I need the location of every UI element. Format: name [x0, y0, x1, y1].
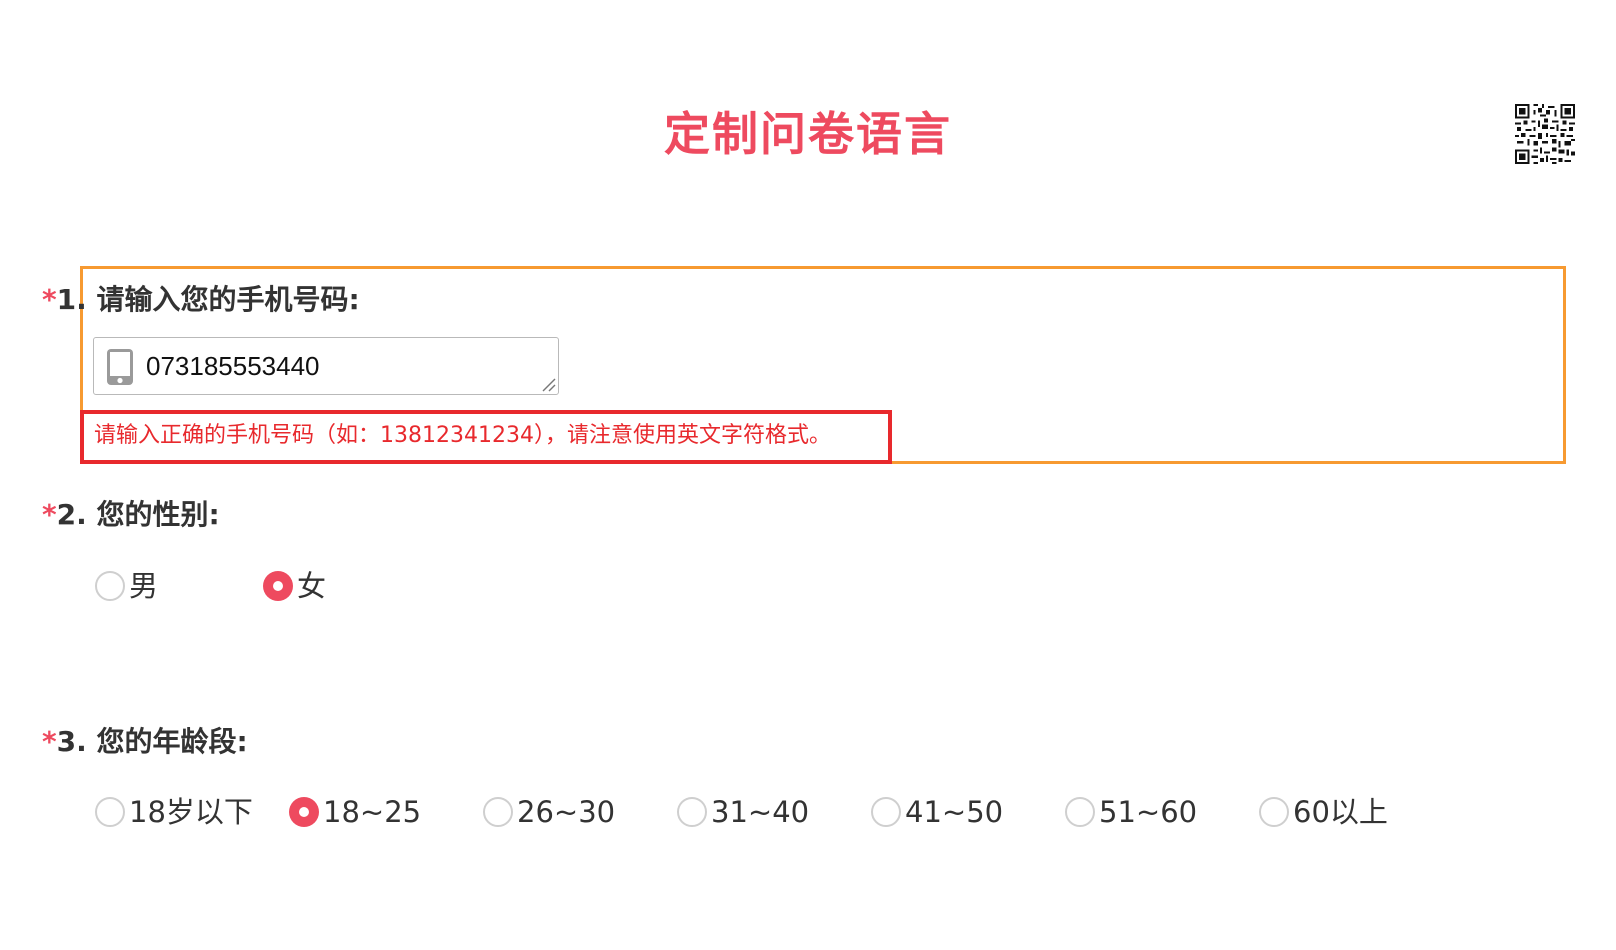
qr-code-icon[interactable]	[1515, 104, 1575, 164]
age-option-18-25[interactable]: 18~25	[289, 792, 421, 832]
option-label: 18岁以下	[129, 795, 253, 829]
survey-page: 定制问卷语言 *1. 请输入您的手机号码: 073185553440 请输入正确…	[0, 0, 1616, 950]
required-mark: *	[42, 725, 57, 758]
question-text: 您的性别:	[96, 498, 220, 531]
question-3: *3. 您的年龄段:	[42, 722, 248, 762]
required-mark: *	[42, 498, 57, 531]
question-text: 您的年龄段:	[96, 725, 248, 758]
age-option-over-60[interactable]: 60以上	[1259, 792, 1388, 832]
resize-handle-icon[interactable]	[540, 376, 556, 392]
gender-options: 男 女	[95, 566, 495, 606]
phone-error-message: 请输入正确的手机号码（如：13812341234），请注意使用英文字符格式。	[80, 410, 892, 464]
gender-option-female[interactable]: 女	[263, 566, 326, 606]
age-option-51-60[interactable]: 51~60	[1065, 792, 1197, 832]
phone-input[interactable]	[146, 346, 526, 386]
option-label: 51~60	[1099, 795, 1198, 829]
radio-button[interactable]	[871, 797, 901, 827]
question-text: 请输入您的手机号码:	[96, 283, 360, 316]
age-option-26-30[interactable]: 26~30	[483, 792, 615, 832]
radio-button[interactable]	[95, 797, 125, 827]
radio-button[interactable]	[1259, 797, 1289, 827]
age-option-41-50[interactable]: 41~50	[871, 792, 1003, 832]
option-label: 女	[297, 569, 327, 603]
required-mark: *	[42, 283, 57, 316]
radio-button[interactable]	[1065, 797, 1095, 827]
question-1: *1. 请输入您的手机号码:	[42, 280, 360, 320]
radio-button[interactable]	[483, 797, 513, 827]
age-options: 18岁以下 18~25 26~30 31~40 41~50 51~60 60以上	[95, 792, 1515, 832]
question-2: *2. 您的性别:	[42, 495, 220, 535]
option-label: 18~25	[323, 795, 422, 829]
option-label: 41~50	[905, 795, 1004, 829]
option-label: 男	[129, 569, 159, 603]
question-number: 2.	[56, 498, 87, 531]
age-option-31-40[interactable]: 31~40	[677, 792, 809, 832]
option-label: 26~30	[517, 795, 616, 829]
phone-icon	[107, 349, 133, 385]
radio-button[interactable]	[95, 571, 125, 601]
question-1-title: *1. 请输入您的手机号码:	[42, 280, 360, 320]
question-2-title: *2. 您的性别:	[42, 495, 220, 535]
option-label: 60以上	[1293, 795, 1388, 829]
age-option-under-18[interactable]: 18岁以下	[95, 792, 253, 832]
radio-button[interactable]	[677, 797, 707, 827]
question-number: 1.	[56, 283, 87, 316]
gender-option-male[interactable]: 男	[95, 566, 158, 606]
question-number: 3.	[56, 725, 87, 758]
page-title: 定制问卷语言	[664, 107, 952, 161]
radio-button[interactable]	[263, 571, 293, 601]
radio-button[interactable]	[289, 797, 319, 827]
phone-field[interactable]	[93, 337, 559, 395]
question-3-title: *3. 您的年龄段:	[42, 722, 248, 762]
option-label: 31~40	[711, 795, 810, 829]
